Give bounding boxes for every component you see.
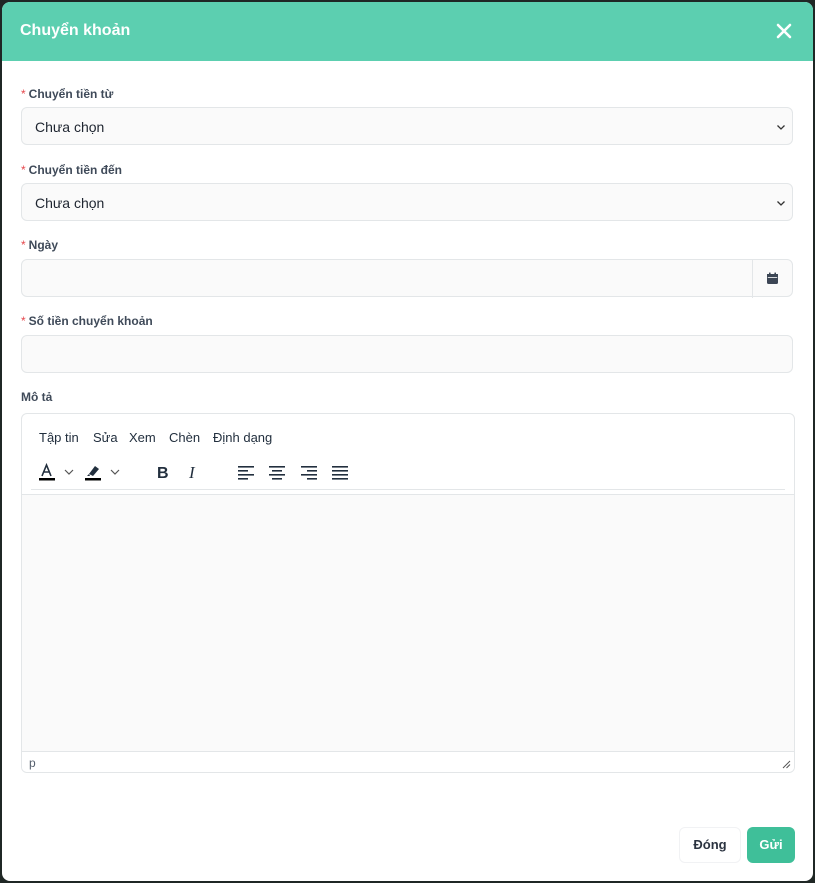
- svg-text:B: B: [157, 465, 169, 482]
- text-color-button[interactable]: [38, 462, 78, 482]
- align-left-icon: [238, 466, 254, 480]
- from-account-select[interactable]: Chưa chọn: [21, 107, 793, 145]
- align-right-button[interactable]: [299, 462, 319, 482]
- required-mark: *: [21, 163, 26, 177]
- italic-icon: I: [188, 463, 196, 482]
- amount-label: * Số tiền chuyển khoản: [21, 314, 153, 328]
- from-account-value: Chưa chọn: [35, 119, 105, 135]
- editor-statusbar: p: [22, 751, 794, 772]
- menu-file[interactable]: Tập tin: [39, 430, 79, 445]
- text-color-icon: [39, 462, 74, 481]
- highlight-color-button[interactable]: [84, 462, 124, 482]
- to-account-label: * Chuyển tiền đến: [21, 163, 123, 177]
- italic-button[interactable]: I: [184, 462, 204, 482]
- amount-input[interactable]: [21, 335, 793, 373]
- to-account-value: Chưa chọn: [35, 195, 105, 211]
- highlighter-icon: [85, 466, 120, 481]
- editor-toolbar: B I: [22, 454, 794, 490]
- bold-icon: B: [157, 465, 169, 482]
- toolbar-divider: [31, 489, 785, 490]
- align-left-button[interactable]: [236, 462, 256, 482]
- element-path[interactable]: p: [29, 756, 36, 770]
- date-picker-button[interactable]: [752, 260, 792, 298]
- menu-insert[interactable]: Chèn: [169, 430, 200, 445]
- menu-view[interactable]: Xem: [129, 430, 156, 445]
- dialog-header: Chuyển khoản: [2, 2, 813, 61]
- required-mark: *: [21, 87, 26, 101]
- close-icon[interactable]: [775, 22, 793, 40]
- editor-content-area[interactable]: [22, 494, 794, 751]
- align-center-button[interactable]: [267, 462, 287, 482]
- date-input[interactable]: [21, 259, 793, 298]
- align-right-icon: [301, 466, 317, 480]
- required-mark: *: [21, 314, 26, 328]
- description-label: Mô tả: [21, 390, 53, 404]
- svg-text:I: I: [188, 463, 196, 482]
- editor-menubar: Tập tin Sửa Xem Chèn Định dạng: [22, 414, 794, 454]
- align-justify-icon: [332, 466, 348, 480]
- menu-format[interactable]: Định dạng: [213, 430, 272, 445]
- calendar-icon: [767, 272, 778, 284]
- resize-handle-icon[interactable]: [782, 760, 791, 769]
- align-center-icon: [269, 466, 285, 480]
- chevron-down-icon: [777, 125, 785, 130]
- dialog-title: Chuyển khoản: [20, 22, 131, 39]
- send-button[interactable]: Gửi: [747, 827, 795, 863]
- close-button[interactable]: Đóng: [679, 827, 741, 863]
- rich-text-editor: Tập tin Sửa Xem Chèn Định dạng B I p: [21, 413, 795, 773]
- bold-button[interactable]: B: [153, 462, 173, 482]
- required-mark: *: [21, 238, 26, 252]
- align-justify-button[interactable]: [330, 462, 350, 482]
- to-account-select[interactable]: Chưa chọn: [21, 183, 793, 221]
- date-label: * Ngày: [21, 238, 59, 252]
- transfer-dialog: Chuyển khoản * Chuyển tiền từ Chưa chọn *…: [2, 2, 813, 881]
- from-account-label: * Chuyển tiền từ: [21, 87, 114, 101]
- menu-edit[interactable]: Sửa: [93, 430, 118, 445]
- chevron-down-icon: [777, 201, 785, 206]
